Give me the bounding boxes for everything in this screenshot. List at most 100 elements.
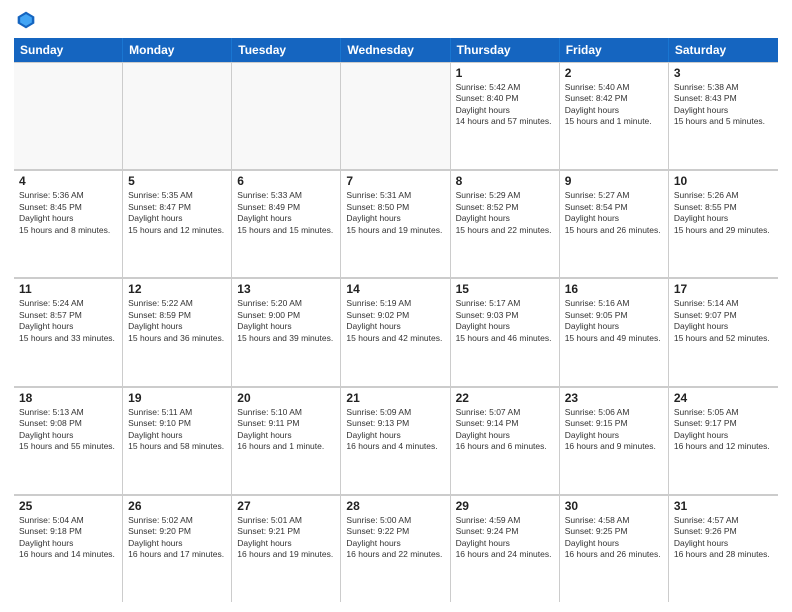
empty-cell [341, 62, 450, 169]
day-info: Sunrise: 5:00 AM Sunset: 9:22 PM Dayligh… [346, 515, 444, 561]
day-number: 11 [19, 282, 117, 296]
day-cell-12: 12 Sunrise: 5:22 AM Sunset: 8:59 PM Dayl… [123, 278, 232, 385]
day-number: 10 [674, 174, 773, 188]
day-cell-25: 25 Sunrise: 5:04 AM Sunset: 9:18 PM Dayl… [14, 495, 123, 602]
day-cell-24: 24 Sunrise: 5:05 AM Sunset: 9:17 PM Dayl… [669, 387, 778, 494]
day-number: 27 [237, 499, 335, 513]
day-number: 26 [128, 499, 226, 513]
day-info: Sunrise: 4:58 AM Sunset: 9:25 PM Dayligh… [565, 515, 663, 561]
day-info: Sunrise: 4:59 AM Sunset: 9:24 PM Dayligh… [456, 515, 554, 561]
calendar-row-4: 18 Sunrise: 5:13 AM Sunset: 9:08 PM Dayl… [14, 387, 778, 495]
day-cell-17: 17 Sunrise: 5:14 AM Sunset: 9:07 PM Dayl… [669, 278, 778, 385]
day-info: Sunrise: 5:04 AM Sunset: 9:18 PM Dayligh… [19, 515, 117, 561]
day-info: Sunrise: 5:35 AM Sunset: 8:47 PM Dayligh… [128, 190, 226, 236]
day-number: 6 [237, 174, 335, 188]
day-number: 9 [565, 174, 663, 188]
day-info: Sunrise: 5:40 AM Sunset: 8:42 PM Dayligh… [565, 82, 663, 128]
day-number: 18 [19, 391, 117, 405]
day-number: 17 [674, 282, 773, 296]
day-info: Sunrise: 5:36 AM Sunset: 8:45 PM Dayligh… [19, 190, 117, 236]
day-number: 23 [565, 391, 663, 405]
day-header-monday: Monday [123, 38, 232, 62]
day-cell-9: 9 Sunrise: 5:27 AM Sunset: 8:54 PM Dayli… [560, 170, 669, 277]
day-number: 2 [565, 66, 663, 80]
day-info: Sunrise: 5:33 AM Sunset: 8:49 PM Dayligh… [237, 190, 335, 236]
day-cell-18: 18 Sunrise: 5:13 AM Sunset: 9:08 PM Dayl… [14, 387, 123, 494]
day-number: 3 [674, 66, 773, 80]
calendar-row-2: 4 Sunrise: 5:36 AM Sunset: 8:45 PM Dayli… [14, 170, 778, 278]
page: SundayMondayTuesdayWednesdayThursdayFrid… [0, 0, 792, 612]
day-cell-8: 8 Sunrise: 5:29 AM Sunset: 8:52 PM Dayli… [451, 170, 560, 277]
day-number: 29 [456, 499, 554, 513]
day-cell-2: 2 Sunrise: 5:40 AM Sunset: 8:42 PM Dayli… [560, 62, 669, 169]
day-cell-4: 4 Sunrise: 5:36 AM Sunset: 8:45 PM Dayli… [14, 170, 123, 277]
logo [14, 10, 36, 30]
day-number: 28 [346, 499, 444, 513]
day-number: 31 [674, 499, 773, 513]
day-number: 7 [346, 174, 444, 188]
day-header-tuesday: Tuesday [232, 38, 341, 62]
day-cell-3: 3 Sunrise: 5:38 AM Sunset: 8:43 PM Dayli… [669, 62, 778, 169]
day-info: Sunrise: 5:16 AM Sunset: 9:05 PM Dayligh… [565, 298, 663, 344]
day-number: 30 [565, 499, 663, 513]
day-info: Sunrise: 5:20 AM Sunset: 9:00 PM Dayligh… [237, 298, 335, 344]
day-info: Sunrise: 5:27 AM Sunset: 8:54 PM Dayligh… [565, 190, 663, 236]
day-info: Sunrise: 5:05 AM Sunset: 9:17 PM Dayligh… [674, 407, 773, 453]
day-info: Sunrise: 4:57 AM Sunset: 9:26 PM Dayligh… [674, 515, 773, 561]
day-info: Sunrise: 5:06 AM Sunset: 9:15 PM Dayligh… [565, 407, 663, 453]
day-cell-29: 29 Sunrise: 4:59 AM Sunset: 9:24 PM Dayl… [451, 495, 560, 602]
header [14, 10, 778, 30]
day-number: 14 [346, 282, 444, 296]
day-number: 13 [237, 282, 335, 296]
calendar-row-3: 11 Sunrise: 5:24 AM Sunset: 8:57 PM Dayl… [14, 278, 778, 386]
logo-icon [16, 10, 36, 30]
day-cell-30: 30 Sunrise: 4:58 AM Sunset: 9:25 PM Dayl… [560, 495, 669, 602]
day-cell-14: 14 Sunrise: 5:19 AM Sunset: 9:02 PM Dayl… [341, 278, 450, 385]
day-cell-31: 31 Sunrise: 4:57 AM Sunset: 9:26 PM Dayl… [669, 495, 778, 602]
day-info: Sunrise: 5:02 AM Sunset: 9:20 PM Dayligh… [128, 515, 226, 561]
day-info: Sunrise: 5:01 AM Sunset: 9:21 PM Dayligh… [237, 515, 335, 561]
calendar: SundayMondayTuesdayWednesdayThursdayFrid… [14, 38, 778, 602]
day-number: 8 [456, 174, 554, 188]
day-cell-22: 22 Sunrise: 5:07 AM Sunset: 9:14 PM Dayl… [451, 387, 560, 494]
day-number: 22 [456, 391, 554, 405]
day-cell-28: 28 Sunrise: 5:00 AM Sunset: 9:22 PM Dayl… [341, 495, 450, 602]
calendar-header: SundayMondayTuesdayWednesdayThursdayFrid… [14, 38, 778, 62]
day-info: Sunrise: 5:24 AM Sunset: 8:57 PM Dayligh… [19, 298, 117, 344]
day-number: 15 [456, 282, 554, 296]
day-info: Sunrise: 5:19 AM Sunset: 9:02 PM Dayligh… [346, 298, 444, 344]
day-number: 20 [237, 391, 335, 405]
day-number: 19 [128, 391, 226, 405]
day-cell-27: 27 Sunrise: 5:01 AM Sunset: 9:21 PM Dayl… [232, 495, 341, 602]
day-info: Sunrise: 5:07 AM Sunset: 9:14 PM Dayligh… [456, 407, 554, 453]
day-header-wednesday: Wednesday [341, 38, 450, 62]
day-info: Sunrise: 5:22 AM Sunset: 8:59 PM Dayligh… [128, 298, 226, 344]
day-info: Sunrise: 5:26 AM Sunset: 8:55 PM Dayligh… [674, 190, 773, 236]
empty-cell [14, 62, 123, 169]
day-header-sunday: Sunday [14, 38, 123, 62]
day-cell-10: 10 Sunrise: 5:26 AM Sunset: 8:55 PM Dayl… [669, 170, 778, 277]
day-number: 4 [19, 174, 117, 188]
calendar-body: 1 Sunrise: 5:42 AM Sunset: 8:40 PM Dayli… [14, 62, 778, 602]
day-header-friday: Friday [560, 38, 669, 62]
empty-cell [123, 62, 232, 169]
day-cell-23: 23 Sunrise: 5:06 AM Sunset: 9:15 PM Dayl… [560, 387, 669, 494]
day-info: Sunrise: 5:13 AM Sunset: 9:08 PM Dayligh… [19, 407, 117, 453]
day-cell-26: 26 Sunrise: 5:02 AM Sunset: 9:20 PM Dayl… [123, 495, 232, 602]
day-cell-21: 21 Sunrise: 5:09 AM Sunset: 9:13 PM Dayl… [341, 387, 450, 494]
day-cell-11: 11 Sunrise: 5:24 AM Sunset: 8:57 PM Dayl… [14, 278, 123, 385]
empty-cell [232, 62, 341, 169]
day-info: Sunrise: 5:31 AM Sunset: 8:50 PM Dayligh… [346, 190, 444, 236]
day-cell-13: 13 Sunrise: 5:20 AM Sunset: 9:00 PM Dayl… [232, 278, 341, 385]
day-number: 24 [674, 391, 773, 405]
day-number: 1 [456, 66, 554, 80]
day-info: Sunrise: 5:09 AM Sunset: 9:13 PM Dayligh… [346, 407, 444, 453]
day-info: Sunrise: 5:42 AM Sunset: 8:40 PM Dayligh… [456, 82, 554, 128]
day-info: Sunrise: 5:14 AM Sunset: 9:07 PM Dayligh… [674, 298, 773, 344]
day-cell-5: 5 Sunrise: 5:35 AM Sunset: 8:47 PM Dayli… [123, 170, 232, 277]
calendar-row-5: 25 Sunrise: 5:04 AM Sunset: 9:18 PM Dayl… [14, 495, 778, 602]
day-cell-1: 1 Sunrise: 5:42 AM Sunset: 8:40 PM Dayli… [451, 62, 560, 169]
day-number: 5 [128, 174, 226, 188]
day-header-saturday: Saturday [669, 38, 778, 62]
day-number: 21 [346, 391, 444, 405]
